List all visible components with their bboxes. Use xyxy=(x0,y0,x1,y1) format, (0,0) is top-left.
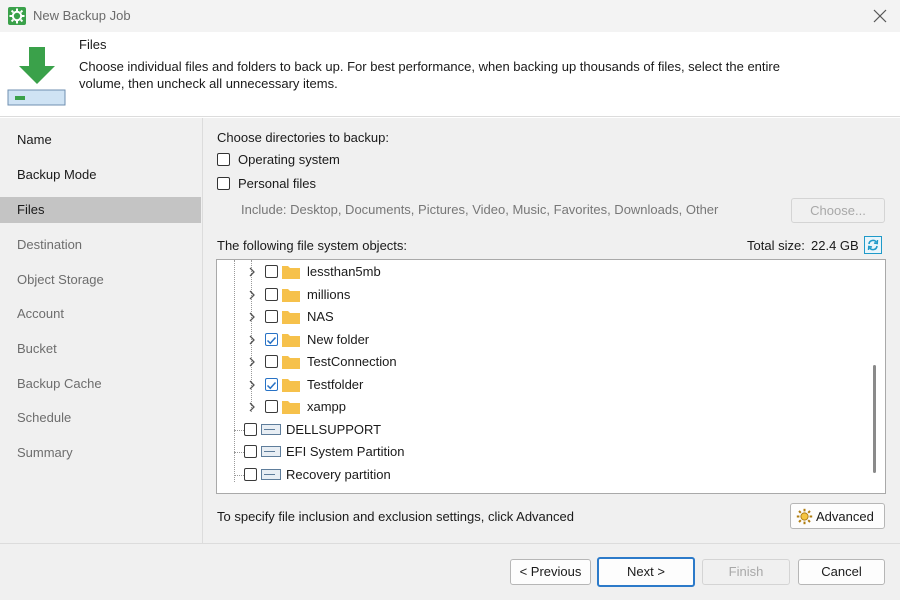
sidebar-item-backup-cache: Backup Cache xyxy=(17,376,102,391)
advanced-hint-text: To specify file inclusion and exclusion … xyxy=(217,509,574,524)
sidebar-item-account: Account xyxy=(17,306,64,321)
sidebar-item-files[interactable]: Files xyxy=(0,197,201,223)
refresh-icon[interactable] xyxy=(864,236,882,254)
tree-item-label: TestConnection xyxy=(307,354,397,369)
tree-item-label: xampp xyxy=(307,399,347,414)
folder-icon xyxy=(282,289,300,302)
chevron-right-icon[interactable] xyxy=(247,267,257,277)
chevron-right-icon[interactable] xyxy=(247,335,257,345)
tree-checkbox[interactable] xyxy=(265,288,278,301)
folder-icon xyxy=(282,379,300,392)
sidebar-item-object-storage: Object Storage xyxy=(17,272,104,287)
tree-row[interactable]: DELLSUPPORT xyxy=(217,419,867,441)
choose-button[interactable]: Choose... xyxy=(791,198,885,223)
tree-item-label: NAS xyxy=(307,309,334,324)
drive-icon xyxy=(261,446,281,457)
file-tree[interactable]: lessthan5mb millions NAS New folder Test… xyxy=(216,259,886,494)
app-gear-icon xyxy=(8,7,26,25)
tree-item-label: New folder xyxy=(307,332,370,347)
personal-files-include-field: Include: Desktop, Documents, Pictures, V… xyxy=(236,198,726,222)
folder-icon xyxy=(282,356,300,369)
sidebar-item-bucket: Bucket xyxy=(17,341,57,356)
tree-checkbox[interactable] xyxy=(265,310,278,323)
page-header: Files Choose individual files and folder… xyxy=(0,32,900,117)
personal-files-label[interactable]: Personal files xyxy=(238,176,316,191)
tree-checkbox[interactable] xyxy=(244,445,257,458)
drive-icon xyxy=(261,469,281,480)
folder-icon xyxy=(282,266,300,279)
folder-icon xyxy=(282,311,300,324)
chevron-right-icon[interactable] xyxy=(247,290,257,300)
sidebar-item-backup-mode[interactable]: Backup Mode xyxy=(0,162,201,188)
operating-system-label[interactable]: Operating system xyxy=(238,152,340,167)
tree-item-label: millions xyxy=(307,287,351,302)
tree-scrollbar[interactable] xyxy=(873,365,876,473)
chevron-right-icon[interactable] xyxy=(247,402,257,412)
page-description: Choose individual files and folders to b… xyxy=(79,59,780,91)
chevron-right-icon[interactable] xyxy=(247,357,257,367)
operating-system-checkbox[interactable] xyxy=(217,153,230,166)
file-system-objects-label: The following file system objects: xyxy=(217,238,408,253)
tree-row[interactable]: lessthan5mb xyxy=(217,261,867,283)
tree-checkbox[interactable] xyxy=(265,400,278,413)
tree-checkbox-checked[interactable] xyxy=(265,378,278,391)
folder-icon xyxy=(282,401,300,414)
tree-checkbox[interactable] xyxy=(244,468,257,481)
tree-item-label: DELLSUPPORT xyxy=(286,422,382,437)
sidebar-item-schedule: Schedule xyxy=(17,410,72,425)
tree-row[interactable]: New folder xyxy=(217,329,867,351)
checkmark-icon xyxy=(266,336,277,345)
title-bar: New Backup Job xyxy=(0,0,900,32)
sidebar-item-summary: Summary xyxy=(17,445,73,460)
finish-button[interactable]: Finish xyxy=(702,559,790,585)
tree-item-label: EFI System Partition xyxy=(286,444,405,459)
tree-checkbox[interactable] xyxy=(244,423,257,436)
tree-item-label: Recovery partition xyxy=(286,467,391,482)
backup-download-icon xyxy=(7,47,66,106)
folder-icon xyxy=(282,334,300,347)
close-icon[interactable] xyxy=(870,6,890,26)
tree-checkbox[interactable] xyxy=(265,265,278,278)
advanced-button[interactable]: Advanced xyxy=(790,503,885,529)
window-title: New Backup Job xyxy=(33,8,131,23)
drive-icon xyxy=(261,424,281,435)
tree-item-label: lessthan5mb xyxy=(307,264,381,279)
choose-directories-label: Choose directories to backup: xyxy=(217,130,389,145)
checkmark-icon xyxy=(266,381,277,390)
chevron-right-icon[interactable] xyxy=(247,380,257,390)
cancel-button[interactable]: Cancel xyxy=(798,559,885,585)
tree-row[interactable]: Testfolder xyxy=(217,374,867,396)
chevron-right-icon[interactable] xyxy=(247,312,257,322)
advanced-button-label: Advanced xyxy=(816,509,874,524)
next-button[interactable]: Next > xyxy=(597,557,695,587)
total-size-label: Total size: xyxy=(747,238,805,253)
gear-icon xyxy=(796,508,813,525)
sidebar-item-name[interactable]: Name xyxy=(0,127,201,153)
tree-item-label: Testfolder xyxy=(307,377,364,392)
personal-files-checkbox[interactable] xyxy=(217,177,230,190)
tree-row[interactable]: NAS xyxy=(217,306,867,328)
tree-row[interactable]: xampp xyxy=(217,396,867,418)
tree-row[interactable]: millions xyxy=(217,284,867,306)
previous-button[interactable]: < Previous xyxy=(510,559,591,585)
tree-row[interactable]: EFI System Partition xyxy=(217,441,867,463)
wizard-steps-sidebar: Name Backup Mode Files Destination Objec… xyxy=(0,118,203,543)
page-title: Files xyxy=(79,37,107,52)
tree-checkbox-checked[interactable] xyxy=(265,333,278,346)
total-size-value: 22.4 GB xyxy=(811,238,859,253)
tree-row[interactable]: Recovery partition xyxy=(217,464,867,486)
tree-row[interactable]: TestConnection xyxy=(217,351,867,373)
tree-checkbox[interactable] xyxy=(265,355,278,368)
sidebar-item-destination: Destination xyxy=(17,237,83,252)
